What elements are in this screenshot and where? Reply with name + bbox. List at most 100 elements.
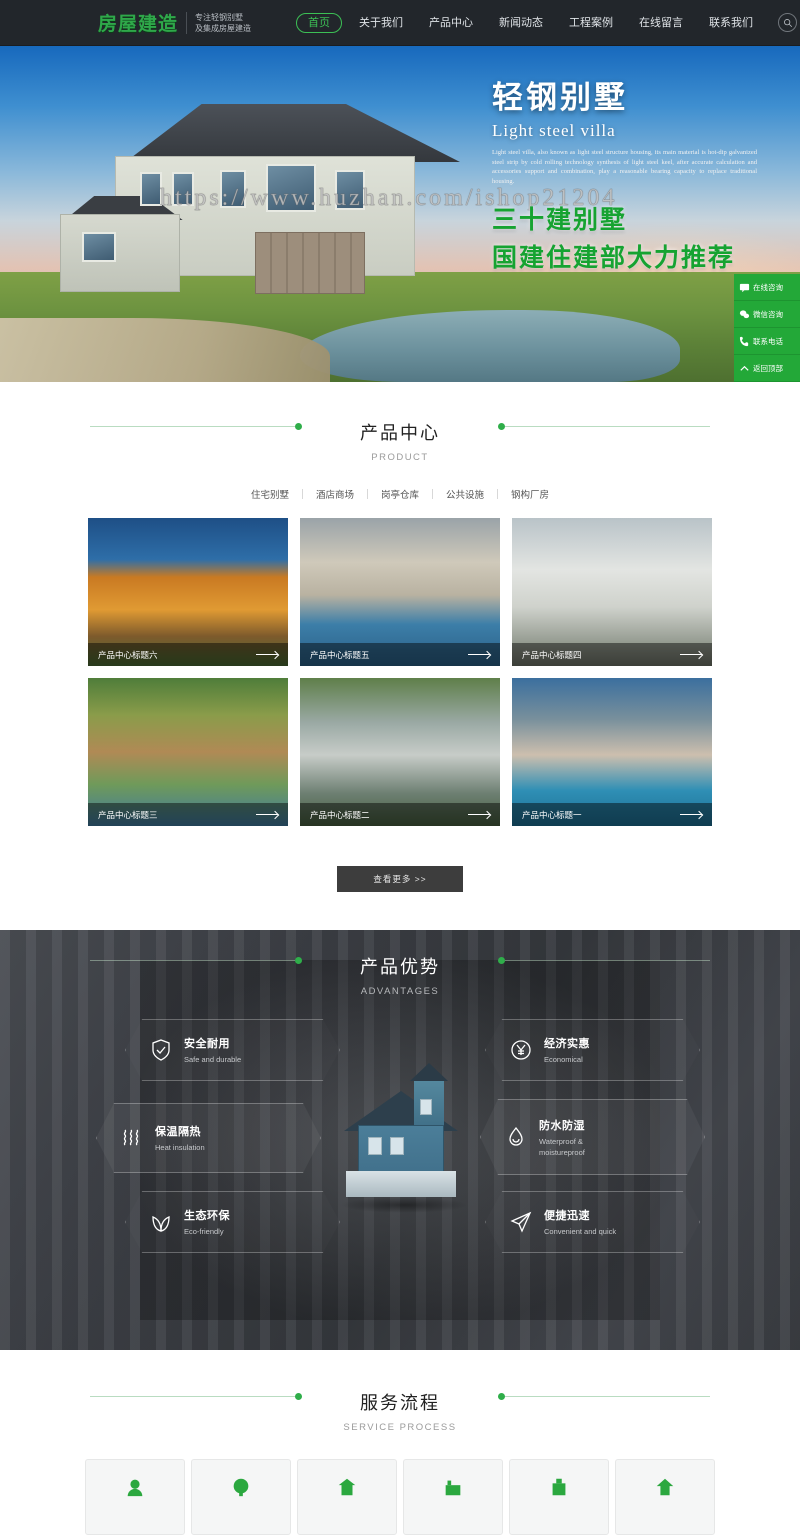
hero-banner[interactable]: https://www.huzhan.com/ishop21204 轻钢别墅 L…	[0, 46, 800, 382]
side-item-label: 微信咨询	[753, 309, 783, 319]
arrow-right-icon	[256, 654, 278, 655]
consult-icon	[127, 1479, 143, 1497]
service-process-section: 服务流程 SERVICE PROCESS	[0, 1350, 800, 1535]
product-caption: 产品中心标题二	[300, 803, 500, 826]
tab-public-facility[interactable]: 公共设施	[433, 487, 497, 501]
product-caption: 产品中心标题五	[300, 643, 500, 666]
arrow-right-icon	[680, 814, 702, 815]
product-card[interactable]: 产品中心标题三	[88, 678, 288, 826]
advantage-item-eco[interactable]: 生态环保 Eco-friendly	[125, 1191, 340, 1253]
service-step-card[interactable]	[297, 1459, 397, 1535]
product-more-wrap: 查看更多 >>	[0, 866, 800, 892]
product-section-header: 产品中心 PRODUCT	[0, 414, 800, 463]
logo-divider	[186, 11, 188, 34]
wechat-icon	[739, 309, 750, 318]
tab-steel-factory[interactable]: 钢构厂房	[498, 487, 562, 501]
side-item-online-consult[interactable]: 在线咨询	[734, 274, 800, 301]
design-icon	[233, 1478, 249, 1497]
hero-title: 轻钢别墅	[492, 80, 628, 115]
contract-icon	[338, 1478, 356, 1496]
logo-tagline-line2: 及集成房屋建造	[195, 23, 252, 33]
chat-icon	[739, 283, 750, 292]
advantage-item-waterproof[interactable]: 防水防湿 Waterproof & moistureproof	[480, 1099, 705, 1175]
service-subtitle: SERVICE PROCESS	[343, 1422, 457, 1433]
advantage-item-safe[interactable]: 安全耐用 Safe and durable	[125, 1019, 340, 1081]
tab-hotel-mall[interactable]: 酒店商场	[303, 487, 367, 501]
advantage-label-zh: 便捷迅速	[544, 1210, 590, 1222]
tab-residential-villa[interactable]: 住宅别墅	[238, 487, 302, 501]
view-more-button[interactable]: 查看更多 >>	[337, 866, 463, 892]
side-item-back-to-top[interactable]: 返回顶部	[734, 355, 800, 382]
side-item-label: 在线咨询	[753, 282, 783, 292]
nav-item-news[interactable]: 新闻动态	[486, 0, 556, 46]
product-caption: 产品中心标题一	[512, 803, 712, 826]
product-caption-text: 产品中心标题三	[98, 809, 158, 820]
product-card[interactable]: 产品中心标题五	[300, 518, 500, 666]
nav-item-cases[interactable]: 工程案例	[556, 0, 626, 46]
service-step-card[interactable]	[509, 1459, 609, 1535]
advantages-section: 产品优势 ADVANTAGES 安全耐用 Safe and durable 保温…	[0, 930, 800, 1350]
product-caption-text: 产品中心标题一	[522, 809, 582, 820]
arrow-right-icon	[468, 654, 490, 655]
advantage-label-en: Economical	[544, 1055, 583, 1064]
advantage-label-zh: 生态环保	[184, 1210, 230, 1222]
product-caption: 产品中心标题六	[88, 643, 288, 666]
hero-slogan-line1: 三十建别墅	[492, 206, 628, 234]
build-icon	[552, 1478, 566, 1496]
advantage-item-insulation[interactable]: 保温隔热 Heat insulation	[96, 1103, 321, 1173]
handover-icon	[656, 1478, 674, 1496]
service-step-card[interactable]	[191, 1459, 291, 1535]
advantage-item-convenient[interactable]: 便捷迅速 Convenient and quick	[485, 1191, 700, 1253]
advantage-label-zh: 安全耐用	[184, 1038, 230, 1050]
product-grid: 产品中心标题六 产品中心标题五 产品中心标题四 产品中心标题三 产品中心标题二 …	[88, 518, 712, 826]
service-step-card[interactable]	[403, 1459, 503, 1535]
advantage-label-zh: 防水防湿	[539, 1119, 585, 1132]
nav-item-products[interactable]: 产品中心	[416, 0, 486, 46]
advantage-label-en: Safe and durable	[184, 1055, 242, 1064]
logo-text: 房屋建造	[98, 13, 179, 35]
nav-item-message[interactable]: 在线留言	[626, 0, 696, 46]
advantage-label-en: Waterproof & moistureproof	[539, 1136, 585, 1157]
product-card[interactable]: 产品中心标题一	[512, 678, 712, 826]
side-item-label: 返回顶部	[753, 363, 783, 373]
arrow-right-icon	[680, 654, 702, 655]
logo-tagline-line1: 专注轻钢别墅	[195, 12, 244, 22]
nav-item-home[interactable]: 首页	[296, 12, 343, 33]
nav-item-contact[interactable]: 联系我们	[696, 0, 766, 46]
product-category-tabs: 住宅别墅 酒店商场 岗亭仓库 公共设施 钢构厂房	[0, 487, 800, 501]
advantage-label-en: Convenient and quick	[544, 1227, 617, 1236]
site-logo[interactable]: 房屋建造 专注轻钢别墅 及集成房屋建造	[98, 9, 251, 36]
floating-contact-panel: 在线咨询 微信咨询 联系电话 返回顶部	[734, 274, 800, 382]
service-step-card[interactable]	[615, 1459, 715, 1535]
paper-plane-icon	[508, 1209, 534, 1235]
arrow-right-icon	[256, 814, 278, 815]
advantages-content: 产品优势 ADVANTAGES 安全耐用 Safe and durable 保温…	[0, 930, 800, 1289]
advantage-item-economical[interactable]: 经济实惠 Economical	[485, 1019, 700, 1081]
side-item-wechat-consult[interactable]: 微信咨询	[734, 301, 800, 328]
advantage-label-zh: 经济实惠	[544, 1038, 590, 1050]
advantages-items: 安全耐用 Safe and durable 保温隔热 Heat insulati…	[0, 1019, 800, 1289]
product-section: 产品中心 PRODUCT 住宅别墅 酒店商场 岗亭仓库 公共设施 钢构厂房 产品…	[0, 382, 800, 892]
product-card[interactable]: 产品中心标题四	[512, 518, 712, 666]
service-section-header: 服务流程 SERVICE PROCESS	[0, 1384, 800, 1433]
service-step-card[interactable]	[85, 1459, 185, 1535]
main-navigation: 首页 关于我们 产品中心 新闻动态 工程案例 在线留言 联系我们	[296, 0, 798, 46]
product-subtitle: PRODUCT	[371, 452, 429, 463]
service-title: 服务流程	[360, 1393, 440, 1413]
product-card[interactable]: 产品中心标题六	[88, 518, 288, 666]
chevron-up-icon	[740, 365, 749, 371]
product-card[interactable]: 产品中心标题二	[300, 678, 500, 826]
side-item-phone[interactable]: 联系电话	[734, 328, 800, 355]
house-3d-illustration	[330, 1079, 480, 1219]
service-process-grid	[85, 1459, 715, 1535]
water-drop-icon	[503, 1124, 529, 1150]
hero-description: Light steel villa, also known as light s…	[492, 149, 757, 185]
nav-item-about[interactable]: 关于我们	[346, 0, 416, 46]
tab-booth-warehouse[interactable]: 岗亭仓库	[368, 487, 432, 501]
product-caption-text: 产品中心标题五	[310, 649, 370, 660]
produce-icon	[445, 1480, 461, 1496]
search-button[interactable]	[778, 13, 798, 32]
leaf-icon	[148, 1209, 174, 1235]
logo-tagline: 专注轻钢别墅 及集成房屋建造	[195, 12, 251, 34]
product-caption-text: 产品中心标题六	[98, 649, 158, 660]
